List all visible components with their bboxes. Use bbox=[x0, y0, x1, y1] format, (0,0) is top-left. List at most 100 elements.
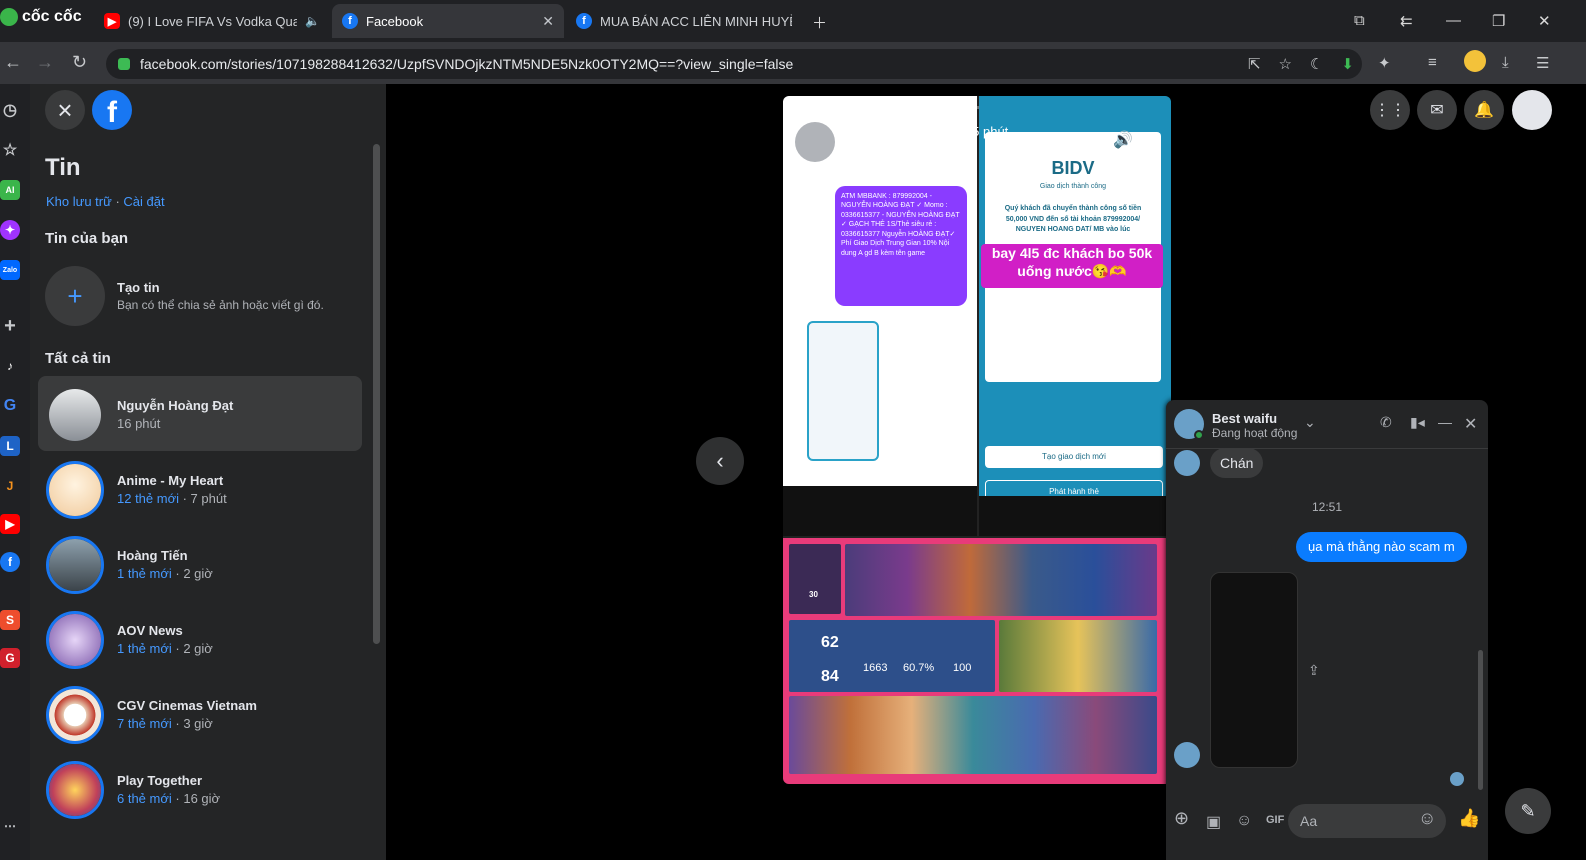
media-queue-icon[interactable]: ≡ bbox=[1428, 54, 1437, 71]
tab-mua-ban-acc[interactable]: f MUA BÁN ACC LIÊN MINH HUYỀN bbox=[566, 4, 802, 38]
restore-icon[interactable]: ❐ bbox=[1492, 12, 1505, 30]
facebook-logo-icon[interactable]: f bbox=[92, 90, 132, 130]
outgoing-message[interactable]: ụa mà thằng nào scam m bbox=[1296, 532, 1467, 562]
story-item[interactable]: AOV News 1 thẻ mới · 2 giờ bbox=[38, 601, 362, 676]
close-tab-icon[interactable]: ✕ bbox=[542, 13, 554, 30]
story-item[interactable]: Nguyễn Hoàng Đạt 16 phút bbox=[38, 376, 362, 451]
avatar bbox=[46, 536, 104, 594]
story-meta: 1 thẻ mới · 2 giờ bbox=[117, 566, 213, 581]
minimize-icon[interactable]: — bbox=[1446, 12, 1461, 29]
star-icon[interactable]: ☆ bbox=[0, 140, 20, 160]
menu-grid-icon[interactable]: ⋮⋮ bbox=[1370, 90, 1410, 130]
minimize-chat-icon[interactable]: — bbox=[1438, 414, 1452, 430]
account-avatar[interactable] bbox=[1512, 90, 1552, 130]
game-stat-skins: 84 bbox=[821, 668, 839, 685]
story-item[interactable]: Play Together 6 thẻ mới · 16 giờ bbox=[38, 751, 362, 826]
story-meta: 1 thẻ mới · 2 giờ bbox=[117, 641, 213, 656]
sticker-icon[interactable]: ☺ bbox=[1236, 812, 1252, 830]
bookmark-star-icon[interactable]: ☆ bbox=[1279, 55, 1292, 73]
sender-avatar bbox=[1174, 742, 1200, 768]
story-new-count: 7 thẻ mới bbox=[117, 716, 172, 731]
story-item[interactable]: CGV Cinemas Vietnam 7 thẻ mới · 3 giờ bbox=[38, 676, 362, 751]
shared-image-message[interactable] bbox=[1210, 572, 1298, 768]
game-account-screenshot: 30 62 84 1663 60.7% 100 bbox=[783, 538, 1171, 784]
downloads-icon[interactable]: ⤓ bbox=[1502, 54, 1509, 71]
close-window-icon[interactable]: ✕ bbox=[1538, 12, 1551, 30]
google-icon[interactable]: G bbox=[0, 396, 20, 416]
notifications-bell-icon[interactable]: 🔔 bbox=[1464, 90, 1504, 130]
j-app-icon[interactable]: J bbox=[0, 476, 20, 496]
chevron-down-icon[interactable]: ⌄ bbox=[1304, 414, 1316, 431]
story-item[interactable]: Hoàng Tiến 1 thẻ mới · 2 giờ bbox=[38, 526, 362, 601]
dark-mode-icon[interactable]: ☾ bbox=[1310, 55, 1323, 73]
tab-facebook[interactable]: f Facebook ✕ bbox=[332, 4, 564, 38]
browser-logo[interactable]: cốc cốc bbox=[0, 8, 82, 26]
history-icon[interactable]: ◷ bbox=[0, 100, 20, 120]
phone-call-icon[interactable]: ✆ bbox=[1380, 414, 1392, 431]
facebook-icon: f bbox=[342, 13, 358, 29]
back-arrow-icon[interactable]: ⇇ bbox=[1400, 12, 1413, 30]
story-time: 16 phút bbox=[117, 416, 161, 431]
play-icon[interactable]: ▶ bbox=[1087, 130, 1101, 151]
story-card[interactable]: ATM MBBANK : 879992004 - NGUYỄN HOÀNG ĐẠ… bbox=[783, 96, 1171, 784]
tiktok-icon[interactable]: ♪ bbox=[0, 356, 20, 376]
app-icon[interactable]: G bbox=[0, 648, 20, 668]
story-music[interactable]: ♫ Lexy Panterra › bbox=[845, 146, 939, 160]
story-item[interactable]: Anime - My Heart 12 thẻ mới · 7 phút bbox=[38, 451, 362, 526]
l-app-icon[interactable]: L bbox=[0, 436, 20, 456]
youtube-icon[interactable]: ▶ bbox=[0, 514, 20, 534]
divider bbox=[1166, 448, 1488, 449]
more-icon[interactable]: ⋯ bbox=[0, 816, 20, 836]
story-author: Hoàng Tiến bbox=[117, 548, 188, 563]
sidebar-scrollbar[interactable] bbox=[373, 144, 380, 644]
browser-sidebar-rail: ◷ ☆ AI ✦ Zalo + ♪ G L J ▶ f S G ⋯ bbox=[0, 84, 30, 860]
photo-icon[interactable]: ▣ bbox=[1206, 812, 1221, 832]
download-circle-icon[interactable]: ⬇ bbox=[1341, 55, 1354, 73]
forward-icon[interactable]: → bbox=[36, 52, 54, 73]
close-chat-icon[interactable]: ✕ bbox=[1464, 414, 1477, 434]
add-icon[interactable]: ⊕ bbox=[1174, 808, 1189, 829]
tab-title: Facebook bbox=[366, 13, 424, 29]
gif-icon[interactable]: GIF bbox=[1266, 814, 1284, 826]
back-icon[interactable]: ← bbox=[4, 52, 22, 73]
bank-status: Giao dịch thành công bbox=[1039, 183, 1107, 190]
contact-name[interactable]: Best waifu bbox=[1212, 411, 1277, 426]
ai-icon[interactable]: AI bbox=[0, 180, 20, 200]
speaker-icon[interactable]: 🔈 bbox=[305, 14, 320, 28]
new-tab-icon[interactable]: ＋ bbox=[812, 12, 827, 33]
settings-link[interactable]: Cài đặt bbox=[123, 194, 164, 209]
open-external-icon[interactable]: ⇱ bbox=[1248, 55, 1261, 73]
url-text: facebook.com/stories/107198288412632/Uzp… bbox=[140, 56, 794, 72]
close-icon[interactable]: × bbox=[45, 90, 85, 130]
story-meta: 16 phút bbox=[117, 416, 160, 431]
messenger-icon[interactable]: ✦ bbox=[0, 220, 20, 240]
previous-story-button[interactable]: ‹ bbox=[696, 437, 744, 485]
archive-link[interactable]: Kho lưu trữ bbox=[46, 194, 112, 209]
create-story-button[interactable]: + Tạo tin Bạn có thể chia sẻ ảnh hoặc vi… bbox=[45, 266, 365, 326]
music-title: Lexy Panterra bbox=[857, 146, 933, 160]
video-call-icon[interactable]: ▮◂ bbox=[1410, 414, 1425, 431]
volume-icon[interactable]: 🔊 bbox=[1113, 130, 1133, 150]
story-caption: bay 4l5 đc khách bo 50k uống nước😘🫶 bbox=[981, 244, 1163, 288]
story-new-count: 1 thẻ mới bbox=[117, 641, 172, 656]
more-options-icon[interactable]: ⋯ bbox=[1141, 128, 1159, 149]
chat-scrollbar[interactable] bbox=[1478, 650, 1483, 790]
emoji-icon[interactable]: ☺ bbox=[1418, 808, 1436, 829]
incoming-message[interactable]: Chán bbox=[1210, 448, 1264, 478]
like-icon[interactable]: 👍 bbox=[1458, 808, 1480, 829]
shopee-icon[interactable]: S bbox=[0, 610, 20, 630]
menu-icon[interactable]: ☰ bbox=[1536, 54, 1549, 72]
seen-avatar bbox=[1450, 772, 1464, 786]
screen-capture-icon[interactable]: ⧉ bbox=[1354, 12, 1365, 29]
share-icon[interactable]: ⇪ bbox=[1308, 662, 1320, 679]
facebook-icon[interactable]: f bbox=[0, 552, 20, 572]
add-icon[interactable]: + bbox=[0, 315, 20, 337]
tab-youtube[interactable]: ▶ (9) I Love FIFA Vs Vodka Quang 🔈 bbox=[94, 4, 330, 38]
zalo-icon[interactable]: Zalo bbox=[0, 260, 20, 280]
reload-icon[interactable]: ↻ bbox=[72, 52, 87, 73]
profile-avatar[interactable] bbox=[1464, 50, 1486, 72]
messenger-icon[interactable]: ✉ bbox=[1417, 90, 1457, 130]
address-bar[interactable]: facebook.com/stories/107198288412632/Uzp… bbox=[106, 49, 1362, 79]
extensions-icon[interactable]: ✦ bbox=[1378, 54, 1391, 72]
new-message-button[interactable]: ✎ bbox=[1505, 788, 1551, 834]
